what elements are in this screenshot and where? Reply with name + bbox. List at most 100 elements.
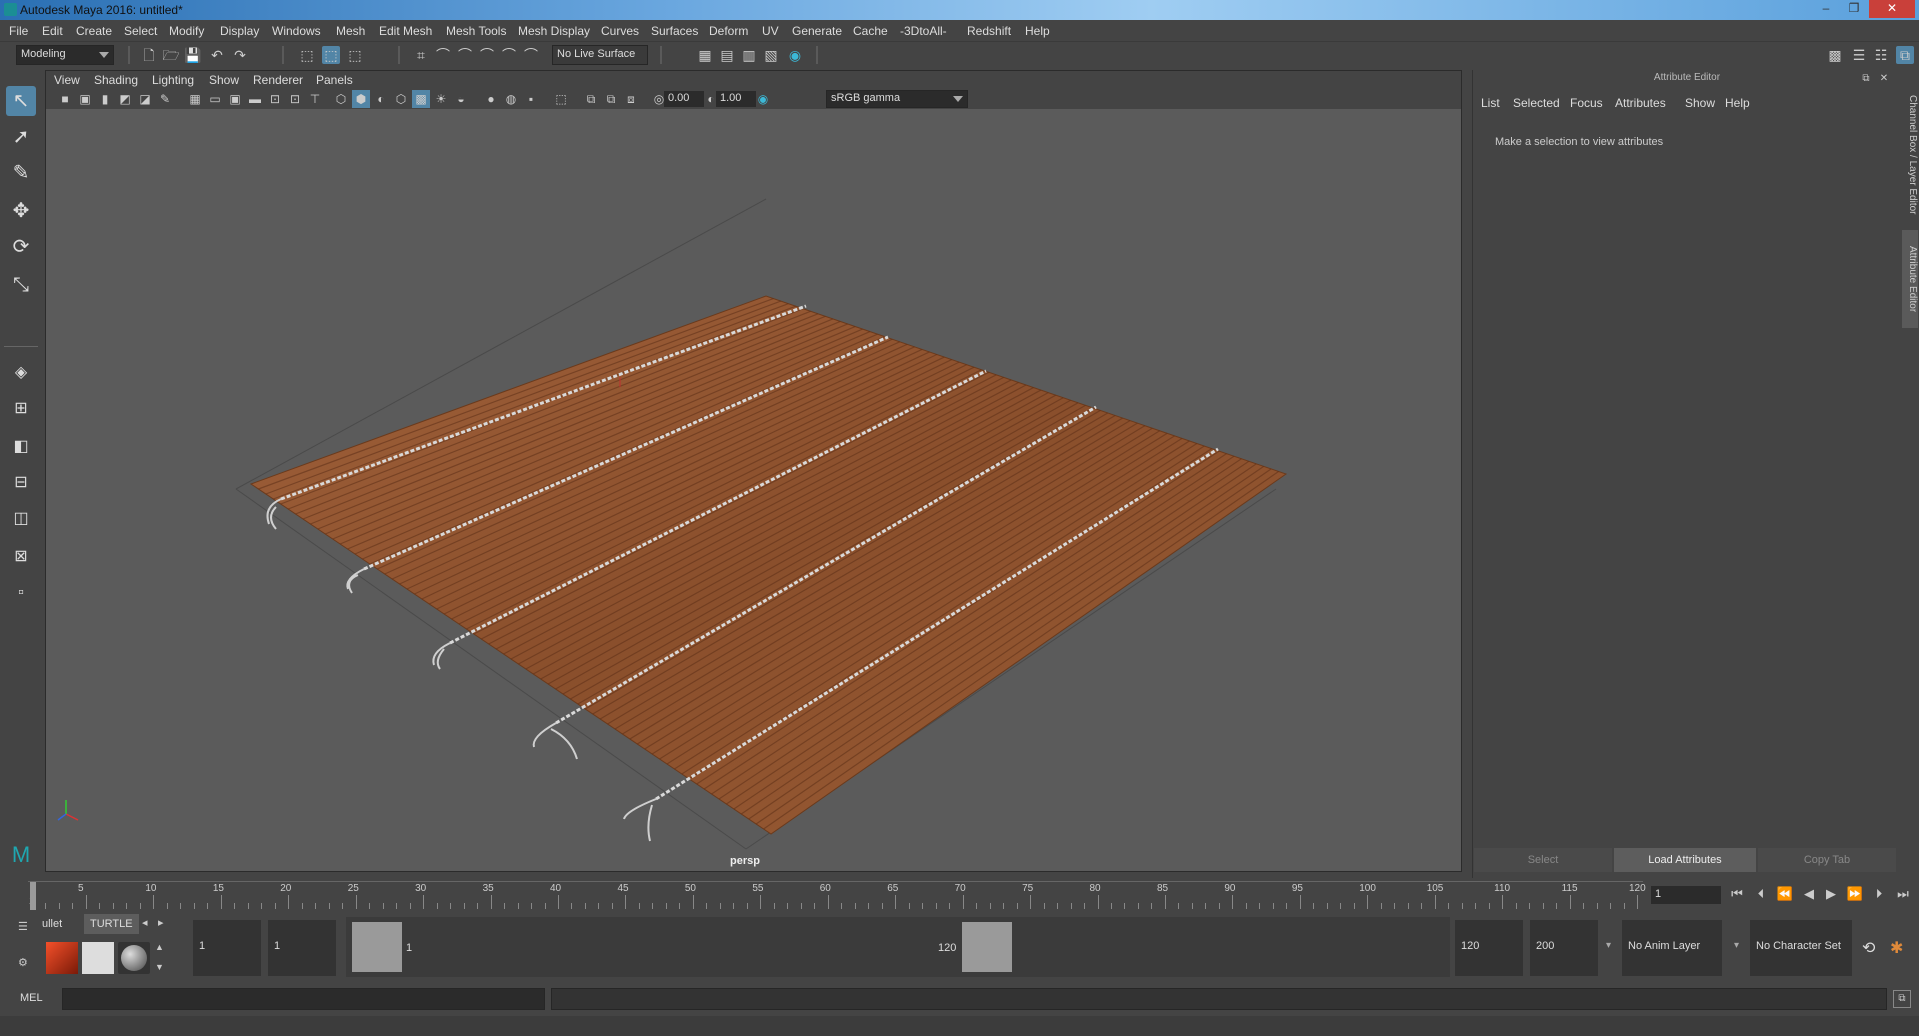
float-panel-icon[interactable]: ⧉ [1857, 70, 1875, 88]
camera-attributes-icon[interactable]: ▣ [76, 90, 94, 108]
shelf-tab-bullet[interactable]: ullet [36, 914, 69, 934]
four-view-layout-icon[interactable]: ⊞ [6, 394, 36, 424]
tab-channel-box[interactable]: Channel Box / Layer Editor [1902, 80, 1918, 230]
3d-scene[interactable] [46, 109, 1461, 871]
anim-layer-dropdown[interactable]: No Anim Layer [1622, 920, 1722, 976]
menu-select[interactable]: Select [124, 24, 157, 38]
copy-tab-button[interactable]: Copy Tab [1758, 848, 1896, 872]
2d-pan-zoom-icon[interactable]: ◪ [136, 90, 154, 108]
menu-uv[interactable]: UV [762, 24, 779, 38]
open-scene-icon[interactable]: 🗁 [162, 46, 180, 64]
viewport-menu-panels[interactable]: Panels [316, 73, 353, 87]
new-scene-icon[interactable]: 🗋 [140, 46, 158, 64]
go-to-end-icon[interactable]: ⏭ [1894, 885, 1912, 903]
play-backwards-icon[interactable]: ◀ [1800, 885, 1818, 903]
menu-mesh-tools[interactable]: Mesh Tools [446, 24, 506, 38]
camera-select-icon[interactable]: ■ [56, 90, 74, 108]
textured-icon[interactable]: ▩ [412, 90, 430, 108]
shelf-scroll-up-icon[interactable]: ▲ [155, 942, 164, 952]
snap-view-plane-icon[interactable]: ⌒ [478, 46, 496, 64]
playback-start-field[interactable]: 1 [268, 920, 336, 976]
motion-blur-icon[interactable]: ◍ [502, 90, 520, 108]
shelf-prev-icon[interactable]: ◂ [142, 916, 148, 929]
default-material-icon[interactable]: ◐ [372, 90, 390, 108]
grid-toggle-icon[interactable]: ▦ [186, 90, 204, 108]
menu-edit-mesh[interactable]: Edit Mesh [379, 24, 432, 38]
ae-menu-focus[interactable]: Focus [1570, 96, 1603, 110]
animation-end-field[interactable]: 200 [1530, 920, 1598, 976]
xray-icon[interactable]: ⧉ [582, 90, 600, 108]
rotate-tool-icon[interactable]: ⟳ [6, 232, 36, 262]
snap-surface-icon[interactable]: ⌒ [522, 46, 540, 64]
range-end-handle[interactable] [962, 922, 1012, 972]
close-button[interactable]: ✕ [1869, 0, 1915, 18]
script-language-label[interactable]: MEL [20, 992, 43, 1004]
menu-windows[interactable]: Windows [272, 24, 321, 38]
menu-curves[interactable]: Curves [601, 24, 639, 38]
go-to-start-icon[interactable]: ⏮ [1728, 885, 1746, 903]
xray-components-icon[interactable]: ⧈ [622, 90, 640, 108]
menu-mesh[interactable]: Mesh [336, 24, 365, 38]
save-scene-icon[interactable]: 💾 [184, 46, 202, 64]
menu-deform[interactable]: Deform [709, 24, 748, 38]
gamma-field[interactable]: 1.00 [716, 91, 756, 107]
exposure-field[interactable]: 0.00 [664, 91, 704, 107]
step-back-key-icon[interactable]: ⏪ [1776, 885, 1794, 903]
hypershade-icon[interactable]: ◉ [786, 46, 804, 64]
safe-action-icon[interactable]: ⊡ [286, 90, 304, 108]
mode-dropdown[interactable]: Modeling [16, 45, 114, 65]
hypershade-layout-icon[interactable]: ◫ [6, 504, 36, 534]
close-panel-icon[interactable]: ✕ [1875, 70, 1893, 88]
undo-icon[interactable]: ↶ [208, 46, 226, 64]
shelf-settings-icon[interactable]: ⚙ [18, 956, 30, 969]
lasso-tool-icon[interactable]: ➚ [6, 122, 36, 152]
shelf-scroll-down-icon[interactable]: ▼ [155, 962, 164, 972]
ambient-occlusion-icon[interactable]: ● [482, 90, 500, 108]
character-set-dropdown[interactable]: No Character Set [1750, 920, 1852, 976]
shelf-menu-icon[interactable]: ☰ [18, 920, 30, 933]
current-frame-field[interactable]: 1 [1651, 886, 1721, 904]
current-time-marker[interactable] [30, 882, 36, 910]
single-perspective-layout-icon[interactable]: ◈ [6, 358, 36, 388]
range-start-handle[interactable] [352, 922, 402, 972]
xray-joints-icon[interactable]: ⧉ [602, 90, 620, 108]
ae-menu-show[interactable]: Show [1685, 96, 1715, 110]
persp-outliner-layout-icon[interactable]: ◧ [6, 432, 36, 462]
select-button[interactable]: Select [1474, 848, 1612, 872]
use-all-lights-icon[interactable]: ☀ [432, 90, 450, 108]
step-forward-icon[interactable]: ⏵ [1870, 885, 1888, 903]
minimize-button[interactable]: – [1813, 0, 1839, 18]
shadows-icon[interactable]: ◒ [452, 90, 470, 108]
persp-graph-layout-icon[interactable]: ⊟ [6, 468, 36, 498]
wireframe-icon[interactable]: ⬡ [332, 90, 350, 108]
select-by-hierarchy-icon[interactable]: ⬚ [298, 46, 316, 64]
outliner-icon[interactable]: ☰ [1850, 46, 1868, 64]
color-management-icon[interactable]: ◉ [754, 90, 772, 108]
ae-menu-selected[interactable]: Selected [1513, 96, 1560, 110]
ae-menu-attributes[interactable]: Attributes [1615, 96, 1666, 110]
shelf-tab-turtle[interactable]: TURTLE [84, 914, 139, 934]
viewport-menu-show[interactable]: Show [209, 73, 239, 87]
snap-grid-icon[interactable]: ⌗ [412, 46, 430, 64]
modeling-toolkit-icon[interactable]: ▩ [1826, 46, 1844, 64]
menu-redshift[interactable]: Redshift [967, 24, 1011, 38]
anti-aliasing-icon[interactable]: ▪ [522, 90, 540, 108]
shelf-next-icon[interactable]: ▸ [158, 916, 164, 929]
snap-live-icon[interactable]: ⌒ [500, 46, 518, 64]
animation-prefs-icon[interactable]: ✱ [1890, 938, 1903, 958]
maximize-button[interactable]: ❐ [1841, 0, 1867, 18]
bookmark-icon[interactable]: ▮ [96, 90, 114, 108]
load-attributes-button[interactable]: Load Attributes [1614, 848, 1756, 872]
resolution-gate-icon[interactable]: ▣ [226, 90, 244, 108]
paint-select-tool-icon[interactable]: ✎ [6, 158, 36, 188]
playback-end-field[interactable]: 120 [1455, 920, 1523, 976]
smooth-shade-icon[interactable]: ⬢ [352, 90, 370, 108]
snap-point-icon[interactable]: ⌒ [456, 46, 474, 64]
step-forward-key-icon[interactable]: ⏩ [1846, 885, 1864, 903]
gate-mask-icon[interactable]: ▬ [246, 90, 264, 108]
redo-icon[interactable]: ↷ [231, 46, 249, 64]
render-settings-icon[interactable]: ▦ [696, 46, 714, 64]
move-tool-icon[interactable]: ✥ [6, 196, 36, 226]
film-gate-icon[interactable]: ▭ [206, 90, 224, 108]
script-editor-icon[interactable]: ⧉ [1893, 990, 1911, 1008]
